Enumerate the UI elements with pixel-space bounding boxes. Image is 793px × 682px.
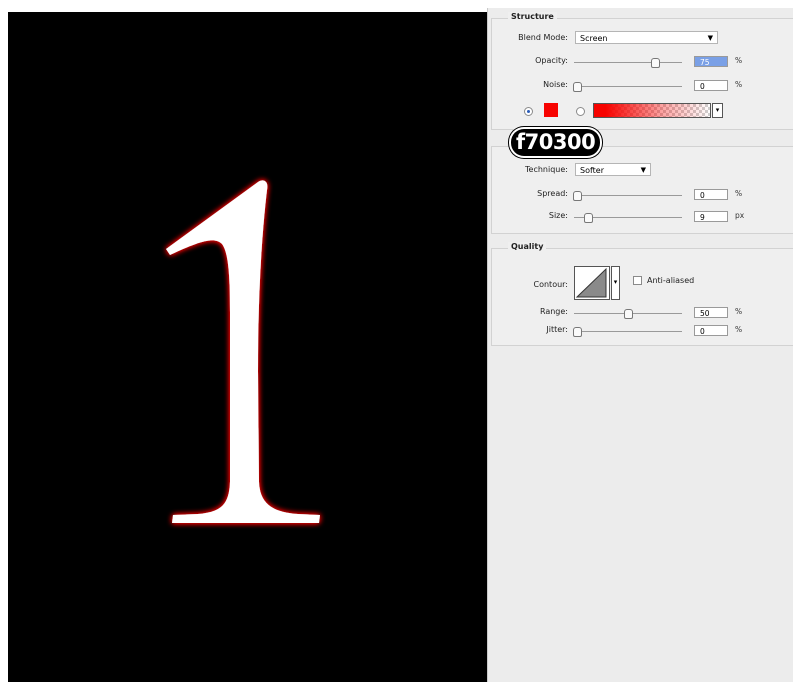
gradient-dropdown-button[interactable]: ▾ <box>712 103 723 118</box>
color-radio[interactable] <box>524 107 533 116</box>
dropdown-arrow-icon: ▼ <box>707 34 713 42</box>
jitter-slider[interactable] <box>573 326 682 337</box>
opacity-unit: % <box>735 56 743 65</box>
color-swatch[interactable] <box>544 103 558 117</box>
size-unit: px <box>735 211 745 220</box>
noise-input[interactable]: 0 <box>694 80 728 91</box>
opacity-slider[interactable] <box>574 57 682 68</box>
noise-slider[interactable] <box>573 81 682 92</box>
blend-mode-select[interactable]: Screen ▼ <box>575 31 718 44</box>
spread-input[interactable]: 0 <box>694 189 728 200</box>
hex-color-annotation: f70300 <box>511 129 601 156</box>
technique-select[interactable]: Softer ▼ <box>575 163 651 176</box>
spread-slider-thumb[interactable] <box>573 191 583 201</box>
size-slider-thumb[interactable] <box>584 213 594 223</box>
jitter-slider-thumb[interactable] <box>573 327 583 337</box>
range-slider-thumb[interactable] <box>624 309 633 319</box>
document-canvas[interactable] <box>8 12 487 682</box>
glowing-numeral-one <box>166 180 320 523</box>
quality-title: Quality <box>508 242 547 251</box>
spread-unit: % <box>735 189 743 198</box>
spread-slider[interactable] <box>573 190 682 201</box>
contour-dropdown-button[interactable]: ▾ <box>611 266 620 300</box>
gradient-picker[interactable] <box>593 103 711 118</box>
contour-label: Contour: <box>533 280 569 289</box>
gradient-radio[interactable] <box>576 107 585 116</box>
anti-aliased-label: Anti-aliased <box>647 276 695 285</box>
technique-label: Technique: <box>525 165 568 174</box>
range-label: Range: <box>539 307 568 316</box>
spread-label: Spread: <box>537 189 568 198</box>
range-input[interactable]: 50 <box>694 307 728 318</box>
noise-unit: % <box>735 80 743 89</box>
layer-style-panel: Structure Blend Mode: Screen ▼ Opacity: … <box>487 8 793 682</box>
size-slider[interactable] <box>574 212 682 223</box>
jitter-unit: % <box>735 325 743 334</box>
size-input[interactable]: 9 <box>694 211 728 222</box>
range-slider[interactable] <box>574 308 682 319</box>
noise-slider-thumb[interactable] <box>573 82 583 92</box>
anti-aliased-checkbox[interactable] <box>633 276 642 285</box>
jitter-input[interactable]: 0 <box>694 325 728 336</box>
range-unit: % <box>735 307 743 316</box>
size-label: Size: <box>548 211 568 220</box>
opacity-input[interactable]: 75 <box>694 56 728 67</box>
elements-group: Technique: Softer ▼ Spread: 0 % Size: 9 … <box>491 146 793 234</box>
structure-group: Structure Blend Mode: Screen ▼ Opacity: … <box>491 12 793 130</box>
technique-value: Softer <box>580 166 604 175</box>
jitter-label: Jitter: <box>546 325 568 334</box>
quality-group: Quality Contour: ▾ Anti-aliased Range: 5… <box>491 242 793 346</box>
blend-mode-label: Blend Mode: <box>518 33 568 42</box>
opacity-slider-thumb[interactable] <box>651 58 660 68</box>
opacity-label: Opacity: <box>535 56 568 65</box>
contour-linear-icon <box>575 267 607 298</box>
contour-picker[interactable] <box>574 266 610 300</box>
blend-mode-value: Screen <box>580 34 608 43</box>
noise-label: Noise: <box>543 80 568 89</box>
dropdown-arrow-icon: ▼ <box>640 166 646 174</box>
dropdown-arrow-icon: ▾ <box>613 278 618 286</box>
dropdown-arrow-icon: ▾ <box>715 106 720 114</box>
structure-title: Structure <box>508 12 557 21</box>
